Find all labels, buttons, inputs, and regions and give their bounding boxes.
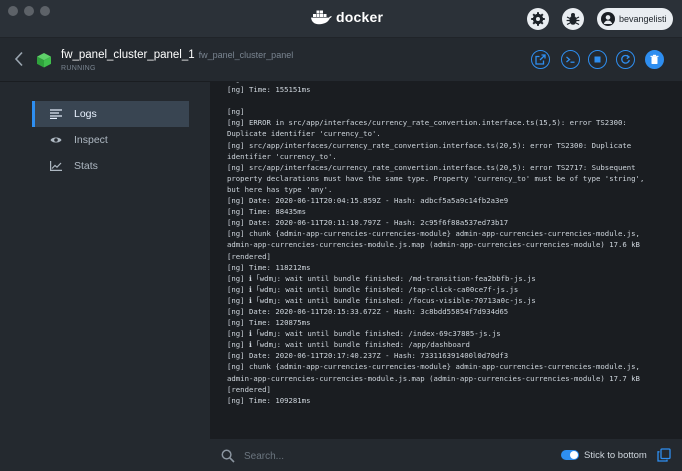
chart-icon <box>50 161 62 171</box>
sidebar-item-stats[interactable]: Stats <box>32 153 189 179</box>
open-in-browser-button[interactable] <box>531 50 550 69</box>
log-line: identifier 'currency_to'. <box>227 151 337 161</box>
log-line: [ng] Time: 109281ms <box>227 395 311 405</box>
sidebar-item-logs[interactable]: Logs <box>32 101 189 127</box>
account-button[interactable]: bevangelisti <box>597 8 673 30</box>
log-line: [ng] Time: 118212ms <box>227 262 311 272</box>
log-line: [ng] Date: 2020-06-11T20:15:33.672Z - Ha… <box>227 306 509 316</box>
toggle-knob <box>570 451 578 459</box>
search-icon <box>221 449 235 463</box>
user-icon <box>603 15 613 24</box>
log-line: property declarations must have the same… <box>227 173 645 183</box>
log-output[interactable]: [ng] Date: 2020-06-11T20:02:17.494Z - Ha… <box>210 82 682 438</box>
cli-icon <box>566 56 575 63</box>
cube-icon <box>37 53 51 68</box>
restart-icon <box>621 54 631 64</box>
log-line: admin-app-currencies-currencies-module.j… <box>227 240 640 250</box>
cli-button[interactable] <box>561 50 580 69</box>
zoom-window-button[interactable] <box>40 6 50 16</box>
chevron-left-icon <box>14 51 23 67</box>
log-line: [ng] Date: 2020-06-11T20:17:40.237Z - Ha… <box>227 351 509 361</box>
stop-button[interactable] <box>588 50 607 69</box>
log-line: [ng] chunk {admin-app-currencies-currenc… <box>227 229 640 239</box>
log-line: but here has type 'any'. <box>227 184 333 194</box>
whale-icon <box>311 10 332 25</box>
troubleshoot-button[interactable] <box>562 8 584 30</box>
logs-icon <box>50 109 62 119</box>
container-status: RUNNING <box>61 65 96 72</box>
sidebar-item-inspect[interactable]: Inspect <box>32 127 189 153</box>
log-line: [ng] Date: 2020-06-11T20:11:10.797Z - Ha… <box>227 218 509 228</box>
log-line: [ng] ℹ ｢wdm｣: wait until bundle finished… <box>227 284 519 294</box>
log-line: [ng] Time: 155151ms <box>227 85 311 95</box>
container-name: fw_panel_cluster_panel_1 <box>61 49 195 61</box>
sidebar-item-label: Logs <box>74 108 97 120</box>
log-line: [ng] Date: 2020-06-11T20:04:15.859Z - Ha… <box>227 196 509 206</box>
stick-to-bottom-label: Stick to bottom <box>584 450 647 461</box>
log-line: [ng] ℹ ｢wdm｣: wait until bundle finished… <box>227 340 470 350</box>
trash-icon <box>650 54 659 64</box>
open-browser-icon <box>535 54 546 65</box>
window-titlebar: docker bevangelisti <box>0 0 682 38</box>
log-line: [ng] src/app/interfaces/currency_rate_co… <box>227 140 632 150</box>
log-line: [ng] Time: 120875ms <box>227 318 311 328</box>
log-line: [ng] ℹ ｢wdm｣: wait until bundle finished… <box>227 295 536 305</box>
log-line: [ng] Time: 88435ms <box>227 207 307 217</box>
log-line: [rendered] <box>227 384 271 394</box>
stick-to-bottom-toggle[interactable] <box>561 450 579 460</box>
log-line: [ng] <box>227 107 245 117</box>
log-line: [ng] src/app/interfaces/currency_rate_co… <box>227 162 636 172</box>
restart-button[interactable] <box>616 50 635 69</box>
username: bevangelisti <box>619 14 667 24</box>
log-line: [ng] ℹ ｢wdm｣: wait until bundle finished… <box>227 273 536 283</box>
log-line: Duplicate identifier 'currency_to'. <box>227 129 381 139</box>
copy-logs-button[interactable] <box>657 448 671 467</box>
sidebar: Logs Inspect Stats <box>0 82 210 471</box>
log-line: admin-app-currencies-currencies-module.j… <box>227 373 640 383</box>
log-lines: [ng] Date: 2020-06-11T20:02:17.494Z - Ha… <box>227 82 677 406</box>
brand-name: docker <box>336 9 384 25</box>
sidebar-item-label: Stats <box>74 160 98 172</box>
log-line: [rendered] <box>227 251 271 261</box>
log-footer: Stick to bottom <box>210 438 682 471</box>
bug-icon <box>566 13 580 26</box>
log-line: [ng] ℹ ｢wdm｣: wait until bundle finished… <box>227 329 501 339</box>
container-image: fw_panel_cluster_panel <box>198 50 294 60</box>
gear-icon <box>531 12 545 26</box>
search-input[interactable] <box>244 448 444 464</box>
container-title: fw_panel_cluster_panel_1 fw_panel_cluster… <box>61 49 293 61</box>
eye-icon <box>50 137 62 143</box>
container-icon <box>36 52 52 73</box>
docker-logo: docker <box>310 9 383 25</box>
log-line: [ng] ERROR in src/app/interfaces/currenc… <box>227 118 627 128</box>
settings-button[interactable] <box>527 8 549 30</box>
delete-button[interactable] <box>645 50 664 69</box>
close-window-button[interactable] <box>8 6 18 16</box>
avatar <box>601 12 615 26</box>
container-header: fw_panel_cluster_panel_1 fw_panel_cluster… <box>0 38 682 82</box>
copy-icon <box>657 448 671 462</box>
stop-icon <box>594 56 601 63</box>
back-button[interactable] <box>14 51 24 72</box>
window-controls <box>8 6 50 16</box>
sidebar-item-label: Inspect <box>74 134 108 146</box>
minimize-window-button[interactable] <box>24 6 34 16</box>
search-icon-wrap <box>221 449 235 468</box>
log-line: [ng] chunk {admin-app-currencies-currenc… <box>227 362 640 372</box>
